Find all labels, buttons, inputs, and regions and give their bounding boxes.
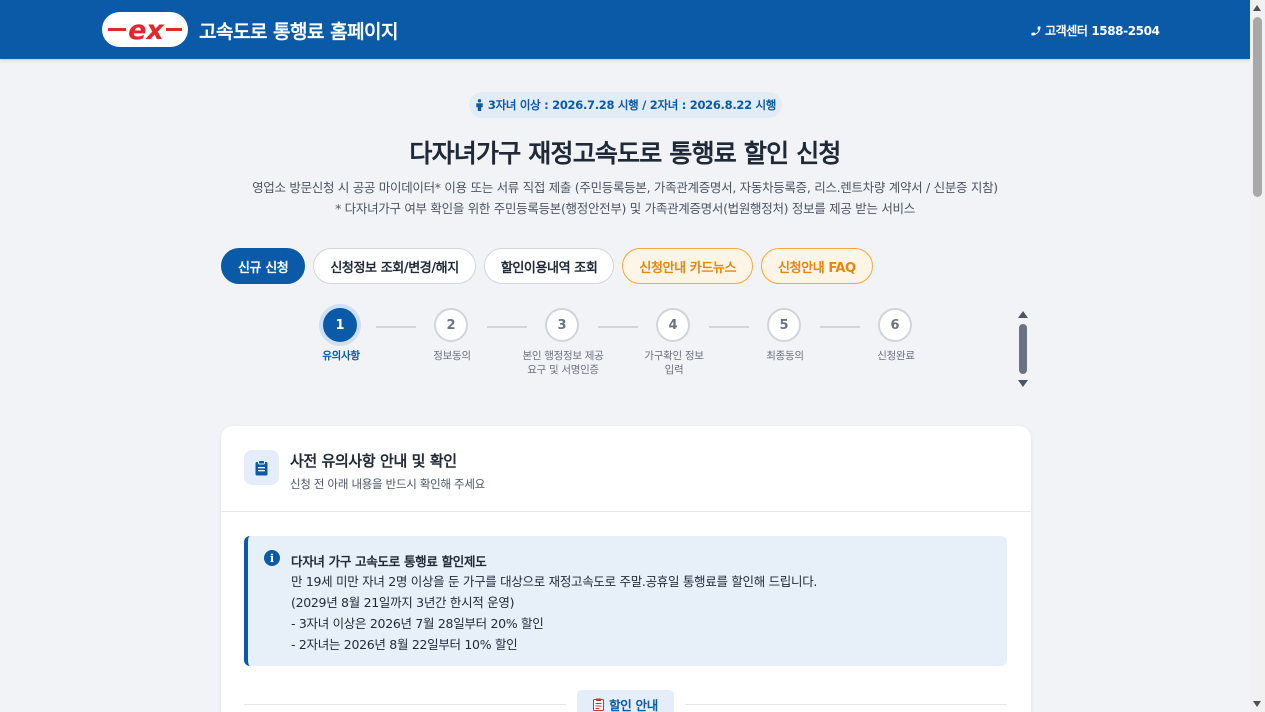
step-connector — [709, 326, 749, 328]
tab-new-application[interactable]: 신규 신청 — [221, 248, 306, 284]
card-header: 사전 유의사항 안내 및 확인 신청 전 아래 내용을 반드시 확인해 주세요 — [221, 426, 1031, 512]
stepper-scroll-down-icon[interactable] — [1018, 380, 1028, 387]
stepper-scrollbar[interactable] — [1018, 311, 1028, 389]
step-connector — [376, 326, 416, 328]
site-title[interactable]: 고속도로 통행료 홈페이지 — [199, 17, 399, 44]
step-3-label: 본인 행정정보 제공 요구 및 서명인증 — [522, 350, 604, 376]
page-subtitle-1: 영업소 방문신청 시 공공 마이데이터* 이용 또는 서류 직접 제출 (주민등… — [252, 180, 998, 195]
info-lines: 만 19세 미만 자녀 2명 이상을 둔 가구를 대상으로 재정고속도로 주말.… — [291, 571, 817, 655]
ex-logo[interactable]: ex — [102, 12, 188, 47]
customer-center: 고객센터 1588-2504 — [1030, 22, 1160, 39]
card-subtitle: 신청 전 아래 내용을 반드시 확인해 주세요 — [290, 477, 485, 491]
scroll-up-arrow-icon[interactable] — [1253, 5, 1261, 11]
customer-center-text: 고객센터 1588-2504 — [1045, 24, 1160, 38]
clipboard-icon — [244, 450, 279, 485]
step-connector — [598, 326, 638, 328]
scroll-down-arrow-icon[interactable] — [1253, 701, 1261, 707]
section-divider — [685, 704, 1007, 705]
progress-stepper: 1 유의사항 2 정보동의 3 본인 행정정보 제공 요구 및 서명인증 4 가… — [313, 307, 915, 407]
discount-info-box: i 다자녀 가구 고속도로 통행료 할인제도 만 19세 미만 자녀 2명 이상… — [244, 536, 1007, 666]
info-icon: i — [264, 550, 280, 566]
info-line: - 3자녀 이상은 2026년 7월 28일부터 20% 할인 — [291, 616, 544, 631]
step-6-circle: 6 — [878, 308, 912, 342]
info-line: 만 19세 미만 자녀 2명 이상을 둔 가구를 대상으로 재정고속도로 주말.… — [291, 574, 818, 589]
step-2-circle: 2 — [434, 308, 468, 342]
tab-faq[interactable]: 신청안내 FAQ — [761, 248, 873, 284]
svg-text:ex: ex — [128, 15, 165, 46]
step-1-label: 유의사항 — [322, 350, 360, 362]
step-3-circle: 3 — [545, 308, 579, 342]
step-4-circle: 4 — [656, 308, 690, 342]
step-connector — [820, 326, 860, 328]
section-divider — [244, 704, 566, 705]
menu-tabs: 신규 신청 신청정보 조회/변경/해지 할인이용내역 조회 신청안내 카드뉴스 … — [221, 248, 873, 284]
phone-icon — [1031, 26, 1041, 35]
step-4-label: 가구확인 정보입력 — [644, 350, 704, 376]
step-connector — [487, 326, 527, 328]
person-icon — [476, 99, 483, 111]
page-scrollbar[interactable] — [1250, 0, 1265, 712]
step-5-circle: 5 — [767, 308, 801, 342]
memo-icon — [593, 698, 605, 711]
info-line: (2029년 8월 21일까지 3년간 한시적 운영) — [291, 595, 515, 610]
info-line: - 2자녀는 2026년 8월 22일부터 10% 할인 — [291, 637, 518, 652]
tab-usage-history[interactable]: 할인이용내역 조회 — [483, 248, 615, 284]
stepper-scroll-up-icon[interactable] — [1018, 311, 1028, 318]
tab-inquiry-change-cancel[interactable]: 신청정보 조회/변경/해지 — [313, 248, 476, 284]
scroll-thumb[interactable] — [1253, 17, 1262, 197]
ex-logo-mark: ex — [108, 15, 182, 46]
discount-guide-label: 할인 안내 — [577, 690, 674, 712]
discount-guide-text: 할인 안내 — [609, 697, 658, 712]
notice-card: 사전 유의사항 안내 및 확인 신청 전 아래 내용을 반드시 확인해 주세요 … — [221, 426, 1031, 712]
site-header: ex 고속도로 통행료 홈페이지 고객센터 1588-2504 — [0, 0, 1250, 59]
step-6-label: 신청완료 — [877, 350, 915, 362]
tab-card-news[interactable]: 신청안내 카드뉴스 — [622, 248, 754, 284]
card-title: 사전 유의사항 안내 및 확인 — [290, 452, 457, 470]
step-5-label: 최종동의 — [766, 350, 804, 362]
page-title: 다자녀가구 재정고속도로 통행료 할인 신청 — [409, 139, 841, 168]
info-title: 다자녀 가구 고속도로 통행료 할인제도 — [291, 554, 487, 569]
page-subtitle-2: * 다자녀가구 여부 확인을 위한 주민등록등본(행정안전부) 및 가족관계증명… — [335, 201, 915, 216]
stepper-scroll-thumb[interactable] — [1019, 324, 1027, 374]
step-1-circle: 1 — [323, 308, 357, 342]
enforcement-date-text: 3자녀 이상 : 2026.7.28 시행 / 2자녀 : 2026.8.22 … — [487, 98, 777, 112]
enforcement-date-badge: 3자녀 이상 : 2026.7.28 시행 / 2자녀 : 2026.8.22 … — [469, 92, 782, 118]
step-2-label: 정보동의 — [433, 350, 471, 362]
